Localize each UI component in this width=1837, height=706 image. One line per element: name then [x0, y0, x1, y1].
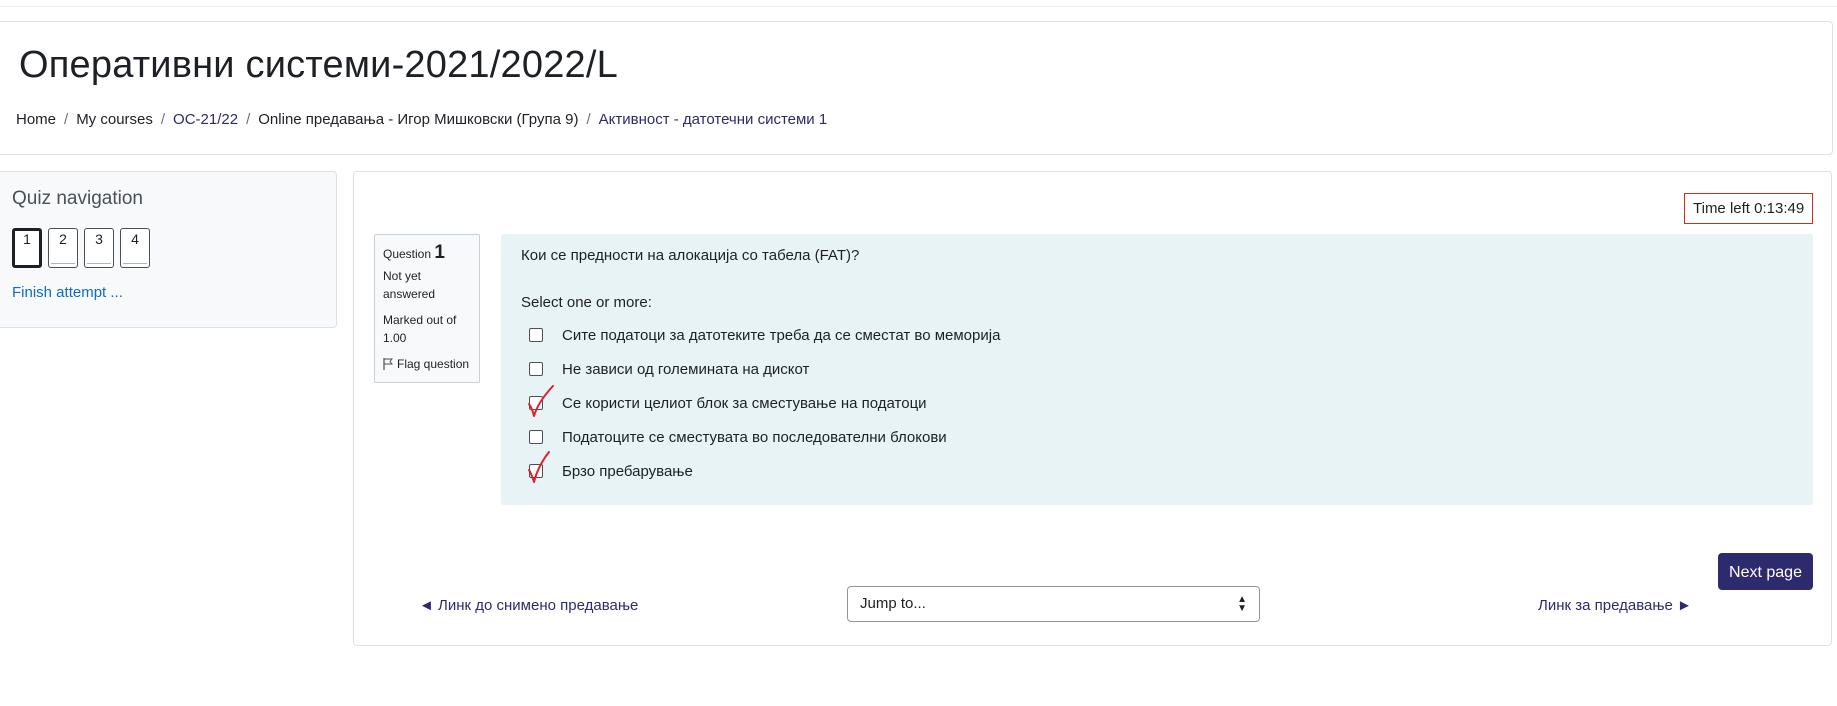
- previous-activity-link[interactable]: ◄ Линк до снимено предавање: [419, 597, 638, 614]
- answer-label: Брзо пребарување: [562, 462, 693, 480]
- answer-checkbox[interactable]: [529, 328, 543, 342]
- breadcrumb-home[interactable]: Home: [16, 111, 56, 128]
- question-grade: Marked out of 1.00: [383, 313, 457, 345]
- status-line: [123, 263, 147, 264]
- quiz-navigation-block: Quiz navigation 1 2 3 4: [0, 171, 337, 328]
- question-state: Not yet answered: [383, 269, 436, 301]
- finish-attempt-link[interactable]: Finish attempt ...: [12, 284, 123, 301]
- answer-option-1[interactable]: Сите податоци за датотеките треба да се …: [529, 318, 1000, 352]
- breadcrumb-separator: /: [246, 111, 251, 128]
- breadcrumb: Home / My courses / ОС-21/22 / Online пр…: [16, 111, 827, 128]
- top-navbar: [0, 0, 1837, 7]
- answer-option-3[interactable]: Се користи целиот блок за сместување на …: [528, 385, 1000, 420]
- jump-to-value: Jump to...: [860, 595, 926, 612]
- answer-label: Сите податоци за датотеките треба да се …: [562, 326, 1001, 344]
- breadcrumb-my-courses[interactable]: My courses: [76, 111, 153, 128]
- answer-option-4[interactable]: Податоците се сместувата во последовател…: [529, 420, 1000, 454]
- question-number-value: 1: [434, 242, 445, 263]
- quiz-navigation-buttons: 1 2 3 4: [12, 228, 150, 268]
- question-number: Question 1: [383, 242, 471, 263]
- answer-option-5[interactable]: Брзо пребарување: [528, 451, 1000, 488]
- flag-icon: [383, 358, 393, 370]
- breadcrumb-separator: /: [586, 111, 591, 128]
- quiz-nav-button-label: 4: [131, 231, 139, 247]
- page-header: Оперативни системи-2021/2022/L Home / My…: [0, 21, 1833, 155]
- quiz-nav-button-2[interactable]: 2: [48, 228, 78, 268]
- quiz-navigation-title: Quiz navigation: [12, 188, 143, 209]
- answer-label: Се користи целиот блок за сместување на …: [562, 394, 927, 412]
- breadcrumb-separator: /: [64, 111, 69, 128]
- breadcrumb-activity[interactable]: Активност - датотечни системи 1: [599, 111, 828, 128]
- next-activity-link[interactable]: Линк за предавање ►: [1538, 597, 1692, 614]
- flag-question-label: Flag question: [397, 357, 470, 371]
- answer-prompt: Select one or more:: [521, 294, 652, 311]
- answer-label: Не зависи од големината на дискот: [562, 360, 810, 378]
- quiz-nav-button-1[interactable]: 1: [12, 228, 42, 268]
- question-text: Кои се предности на алокација со табела …: [521, 247, 860, 264]
- quiz-main-region: Time left 0:13:49 Question 1 Not yet ans…: [353, 171, 1832, 646]
- quiz-nav-button-label: 3: [95, 231, 103, 247]
- time-left-timer: Time left 0:13:49: [1684, 193, 1814, 224]
- flag-question-button[interactable]: Flag question: [383, 355, 471, 373]
- answer-option-2[interactable]: Не зависи од големината на дискот: [529, 352, 1000, 386]
- answer-label: Податоците се сместувата во последовател…: [562, 428, 947, 446]
- breadcrumb-separator: /: [160, 111, 166, 128]
- status-line: [51, 263, 75, 264]
- answer-checkbox[interactable]: [529, 430, 543, 444]
- next-page-button[interactable]: Next page: [1718, 553, 1813, 590]
- answer-checkbox[interactable]: [529, 362, 543, 376]
- quiz-nav-button-3[interactable]: 3: [84, 228, 114, 268]
- breadcrumb-section[interactable]: Online предавања - Игор Мишковски (Група…: [258, 111, 578, 128]
- question-content: Кои се предности на алокација со табела …: [501, 234, 1813, 505]
- question-info: Question 1 Not yet answered Marked out o…: [374, 234, 480, 383]
- answer-checkbox[interactable]: [529, 464, 543, 478]
- quiz-nav-button-label: 2: [59, 231, 67, 247]
- answer-checkbox[interactable]: [529, 396, 543, 410]
- select-arrows-icon: ▲ ▼: [1237, 594, 1247, 614]
- question-label: Question: [383, 247, 432, 261]
- breadcrumb-course[interactable]: ОС-21/22: [173, 111, 238, 128]
- quiz-nav-button-4[interactable]: 4: [120, 228, 150, 268]
- page-title: Оперативни системи-2021/2022/L: [19, 44, 618, 86]
- status-line: [87, 263, 111, 264]
- answer-list: Сите податоци за датотеките треба да се …: [528, 318, 1000, 488]
- jump-to-select[interactable]: Jump to... ▲ ▼: [847, 586, 1260, 622]
